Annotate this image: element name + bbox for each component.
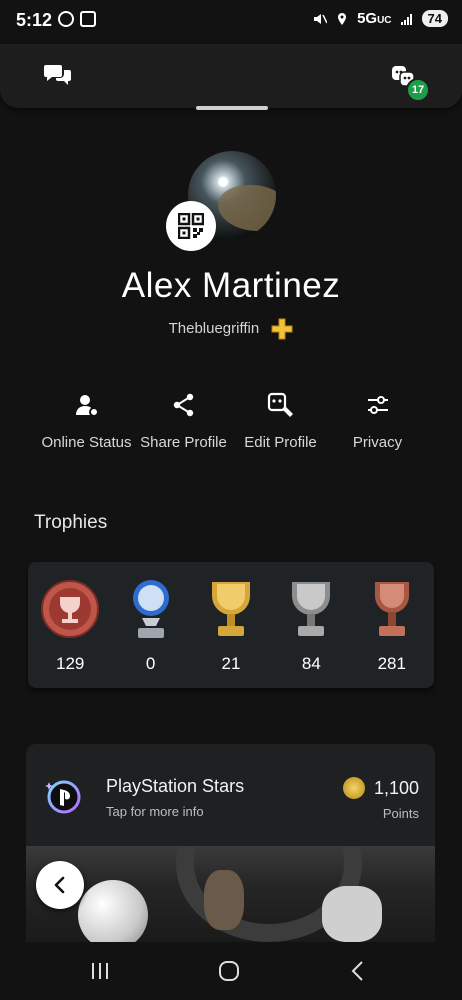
trophy-level-icon — [41, 580, 100, 638]
online-id-text: Thebluegriffin — [168, 319, 260, 337]
trophy-level: 129 — [34, 578, 106, 674]
edit-profile-button[interactable]: Edit Profile — [232, 392, 329, 451]
banner-ball-graphic — [78, 880, 148, 942]
stars-collectibles-banner[interactable] — [26, 846, 435, 942]
share-profile-button[interactable]: Share Profile — [135, 392, 232, 451]
banner-figure-graphic-2 — [322, 886, 382, 942]
whatsapp-icon — [58, 11, 74, 27]
points-coin-icon — [343, 777, 365, 799]
stars-points-label: Points — [382, 806, 419, 821]
status-time: 5:12 — [16, 10, 53, 30]
profile-actions: Online Status Share Profile Edit Profile — [38, 392, 428, 451]
sheet-drag-handle[interactable] — [196, 106, 268, 110]
privacy-button[interactable]: Privacy — [329, 392, 426, 451]
silver-trophy-icon — [292, 582, 331, 636]
playstation-stars-card[interactable]: PlayStation Stars Tap for more info 1,10… — [26, 744, 435, 846]
edit-profile-label: Edit Profile — [244, 434, 317, 451]
silver-count: 84 — [301, 654, 321, 673]
mute-icon — [314, 13, 328, 24]
gold-count: 21 — [221, 654, 241, 673]
edit-profile-icon — [267, 392, 293, 417]
twitch-icon — [80, 11, 96, 27]
status-bar: 5:12 5GUC 74 — [0, 0, 462, 44]
trophy-bronze: 281 — [356, 578, 428, 674]
bronze-count: 281 — [377, 654, 406, 673]
online-id: Thebluegriffin — [0, 318, 462, 340]
ps-plus-icon — [271, 318, 293, 340]
platinum-count: 0 — [145, 654, 156, 673]
stars-points: 1,100 — [373, 778, 419, 798]
system-navigation-bar — [0, 942, 462, 1000]
trophy-platinum: 0 — [115, 578, 187, 674]
share-profile-label: Share Profile — [140, 434, 227, 451]
privacy-label: Privacy — [352, 434, 403, 451]
banner-figure-graphic — [204, 870, 244, 930]
signal-icon — [400, 13, 412, 25]
back-button[interactable] — [36, 861, 84, 909]
trophy-list: 129 0 21 84 281 — [28, 578, 434, 674]
chat-icon[interactable] — [44, 62, 72, 88]
trophy-silver: 84 — [275, 578, 347, 674]
network-type: 5GUC — [357, 10, 392, 27]
stars-subtitle: Tap for more info — [106, 804, 204, 819]
avatar-image — [218, 185, 276, 231]
online-status-label: Online Status — [41, 434, 132, 451]
location-icon — [338, 12, 347, 25]
friends-notification-badge: 17 — [406, 78, 430, 102]
gold-trophy-icon — [211, 582, 250, 636]
trophies-heading: Trophies — [34, 512, 108, 533]
privacy-sliders-icon — [367, 396, 388, 414]
back-nav-icon[interactable] — [346, 959, 370, 983]
battery-indicator: 74 — [421, 10, 448, 27]
recent-apps-icon[interactable] — [88, 959, 112, 983]
trophy-summary-card[interactable]: 129 0 21 84 281 — [28, 562, 434, 688]
platinum-trophy-icon — [132, 580, 169, 638]
status-app-icons — [58, 11, 96, 27]
share-icon — [173, 393, 193, 417]
playstation-stars-icon — [45, 780, 81, 814]
online-status-icon — [75, 395, 99, 417]
top-sheet: 17 — [0, 44, 462, 108]
chevron-left-icon — [54, 876, 65, 894]
qr-code-button[interactable] — [166, 201, 216, 251]
bronze-trophy-icon — [374, 582, 409, 636]
stars-title: PlayStation Stars — [106, 776, 245, 796]
online-status-button[interactable]: Online Status — [38, 392, 135, 451]
qr-code-icon — [178, 213, 204, 239]
profile-name: Alex Martinez — [121, 266, 341, 305]
trophy-level-count: 129 — [56, 654, 85, 673]
home-icon[interactable] — [217, 959, 241, 983]
status-indicators: 5GUC 74 — [313, 10, 448, 27]
trophy-gold: 21 — [195, 578, 267, 674]
